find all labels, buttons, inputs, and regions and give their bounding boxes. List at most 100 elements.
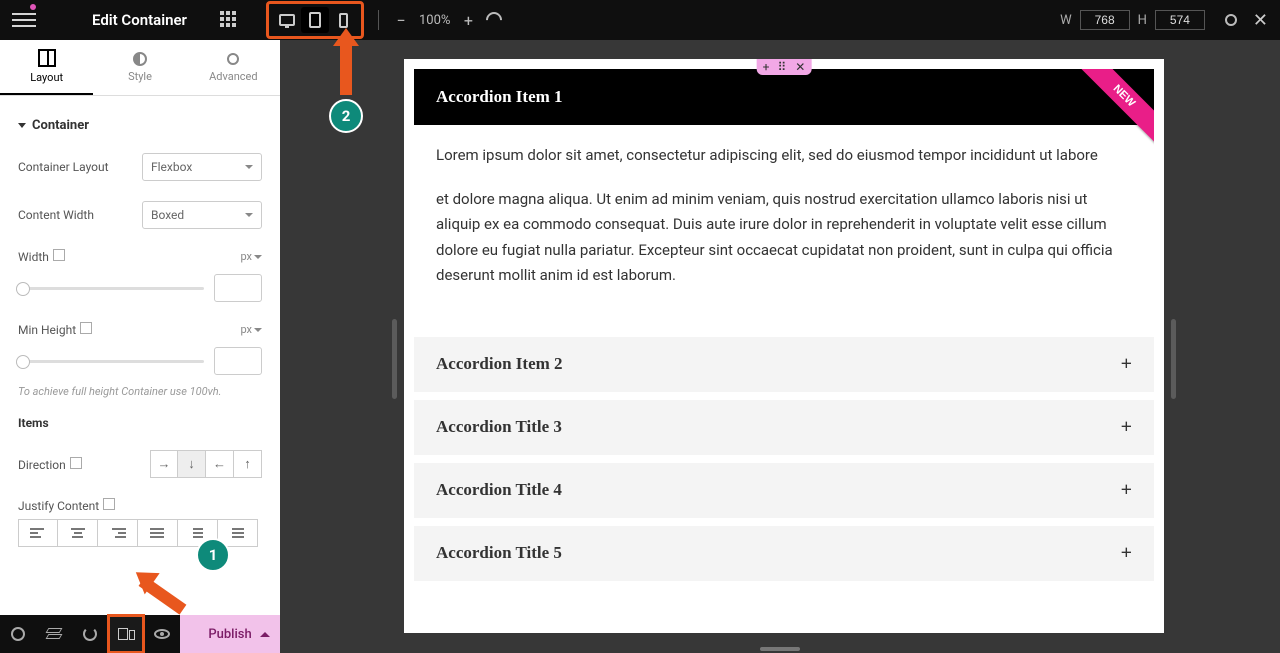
justify-label: Justify Content bbox=[18, 499, 99, 513]
zoom-out-button[interactable]: − bbox=[393, 12, 409, 28]
menu-button[interactable] bbox=[12, 8, 36, 32]
eye-icon bbox=[154, 629, 170, 639]
annotation-arrow-1 bbox=[142, 575, 192, 587]
items-heading: Items bbox=[18, 416, 262, 430]
ribbon-label: NEW bbox=[1074, 69, 1154, 146]
plus-icon: + bbox=[1121, 353, 1132, 376]
chevron-down-icon bbox=[245, 165, 253, 169]
preview-canvas: + ⠿ ✕ Accordion Item 1 NEW Lorem ipsum d… bbox=[280, 40, 1280, 653]
new-ribbon: NEW bbox=[1074, 69, 1154, 149]
resize-handle[interactable] bbox=[760, 647, 800, 651]
direction-down[interactable]: ↓ bbox=[178, 450, 206, 478]
accordion-item-1-header[interactable]: Accordion Item 1 NEW bbox=[414, 69, 1154, 125]
minheight-slider[interactable] bbox=[18, 360, 204, 363]
chevron-down-icon bbox=[254, 255, 262, 259]
section-title: Container bbox=[32, 118, 89, 133]
minheight-hint: To achieve full height Container use 100… bbox=[18, 385, 262, 398]
accordion-paragraph: et dolore magna aliqua. Ut enim ad minim… bbox=[436, 187, 1132, 289]
accordion-item-title: Accordion Title 4 bbox=[436, 480, 562, 500]
justify-start[interactable] bbox=[18, 519, 58, 547]
justify-end[interactable] bbox=[98, 519, 138, 547]
desktop-device-button[interactable] bbox=[273, 7, 301, 33]
page-frame: + ⠿ ✕ Accordion Item 1 NEW Lorem ipsum d… bbox=[404, 59, 1164, 633]
history-button[interactable] bbox=[72, 615, 108, 653]
tablet-device-button[interactable] bbox=[301, 7, 329, 33]
minheight-number-input[interactable] bbox=[214, 347, 262, 375]
zoom-reset-button[interactable] bbox=[486, 12, 502, 28]
widgets-button[interactable] bbox=[220, 11, 238, 29]
mobile-icon bbox=[339, 13, 348, 28]
accordion-item-1-content: Lorem ipsum dolor sit amet, consectetur … bbox=[414, 125, 1154, 329]
justify-between[interactable] bbox=[138, 519, 178, 547]
responsive-toggle[interactable] bbox=[70, 457, 82, 469]
publish-button[interactable]: Publish bbox=[180, 615, 280, 653]
navigator-button[interactable] bbox=[36, 615, 72, 653]
chevron-down-icon bbox=[254, 328, 262, 332]
annotation-arrow-2 bbox=[340, 40, 352, 95]
close-button[interactable]: ✕ bbox=[1253, 10, 1268, 31]
publish-label: Publish bbox=[208, 627, 251, 642]
content-width-value: Boxed bbox=[151, 208, 184, 222]
tab-layout[interactable]: Layout bbox=[0, 40, 93, 95]
remove-element-button[interactable]: ✕ bbox=[795, 60, 805, 74]
content-width-label: Content Width bbox=[18, 208, 94, 222]
direction-right[interactable]: → bbox=[150, 450, 178, 478]
editor-panel: Layout Style Advanced Container Containe… bbox=[0, 40, 280, 653]
tab-advanced[interactable]: Advanced bbox=[187, 40, 280, 95]
justify-center[interactable] bbox=[58, 519, 98, 547]
responsive-toggle[interactable] bbox=[80, 322, 92, 334]
preview-button[interactable] bbox=[144, 615, 180, 653]
accordion-item-4[interactable]: Accordion Title 4 + bbox=[414, 463, 1154, 518]
accordion-item-title: Accordion Title 3 bbox=[436, 417, 562, 437]
width-unit-select[interactable]: px bbox=[240, 250, 262, 263]
canvas-width-input[interactable] bbox=[1080, 10, 1130, 30]
panel-title: Edit Container bbox=[92, 11, 187, 29]
drag-handle[interactable]: ⠿ bbox=[777, 60, 787, 74]
chevron-up-icon bbox=[260, 632, 270, 637]
panel-footer: Publish bbox=[0, 615, 280, 653]
annotation-marker-2: 2 bbox=[329, 99, 363, 133]
container-layout-select[interactable]: Flexbox bbox=[142, 153, 262, 181]
panel-tabs: Layout Style Advanced bbox=[0, 40, 280, 96]
style-icon bbox=[133, 52, 147, 66]
zoom-in-button[interactable]: + bbox=[460, 12, 476, 28]
container-section-toggle[interactable]: Container bbox=[18, 118, 262, 133]
desktop-icon bbox=[279, 14, 295, 26]
history-icon bbox=[83, 627, 97, 641]
element-controls: + ⠿ ✕ bbox=[757, 59, 812, 75]
scroll-indicator[interactable] bbox=[1171, 319, 1176, 399]
plus-icon: + bbox=[1121, 416, 1132, 439]
minheight-unit-select[interactable]: px bbox=[240, 323, 262, 336]
zoom-controls: − 100% + bbox=[393, 12, 502, 28]
accordion-item-5[interactable]: Accordion Title 5+ bbox=[414, 526, 1154, 581]
direction-left[interactable]: ← bbox=[206, 450, 234, 478]
accordion-item-1-title: Accordion Item 1 bbox=[436, 87, 563, 106]
scroll-indicator[interactable] bbox=[392, 319, 397, 399]
tab-layout-label: Layout bbox=[30, 71, 63, 84]
width-label: W bbox=[1060, 13, 1072, 28]
topbar: Edit Container − 100% + W H ✕ bbox=[0, 0, 1280, 40]
layers-icon bbox=[47, 628, 61, 640]
accordion-item-title: Accordion Title 5 bbox=[436, 543, 562, 563]
minheight-label: Min Height bbox=[18, 323, 76, 337]
accordion-item-title: Accordion Item 2 bbox=[436, 354, 563, 374]
settings-button[interactable] bbox=[1223, 12, 1239, 28]
height-label: H bbox=[1138, 13, 1147, 28]
canvas-height-input[interactable] bbox=[1155, 10, 1205, 30]
tablet-icon bbox=[309, 12, 321, 28]
page-settings-button[interactable] bbox=[0, 615, 36, 653]
width-slider[interactable] bbox=[18, 287, 204, 290]
plus-icon: + bbox=[1121, 479, 1132, 502]
content-width-select[interactable]: Boxed bbox=[142, 201, 262, 229]
responsive-toggle[interactable] bbox=[53, 249, 65, 261]
accordion-item-2[interactable]: Accordion Item 2 + bbox=[414, 337, 1154, 392]
responsive-toggle[interactable] bbox=[103, 498, 115, 510]
responsive-mode-button[interactable] bbox=[108, 615, 144, 653]
container-layout-value: Flexbox bbox=[151, 160, 192, 174]
accordion-item-3[interactable]: Accordion Title 3 + bbox=[414, 400, 1154, 455]
tab-advanced-label: Advanced bbox=[209, 70, 257, 83]
width-number-input[interactable] bbox=[214, 274, 262, 302]
add-element-button[interactable]: + bbox=[763, 60, 770, 74]
direction-up[interactable]: ↑ bbox=[234, 450, 262, 478]
tab-style[interactable]: Style bbox=[93, 40, 186, 95]
